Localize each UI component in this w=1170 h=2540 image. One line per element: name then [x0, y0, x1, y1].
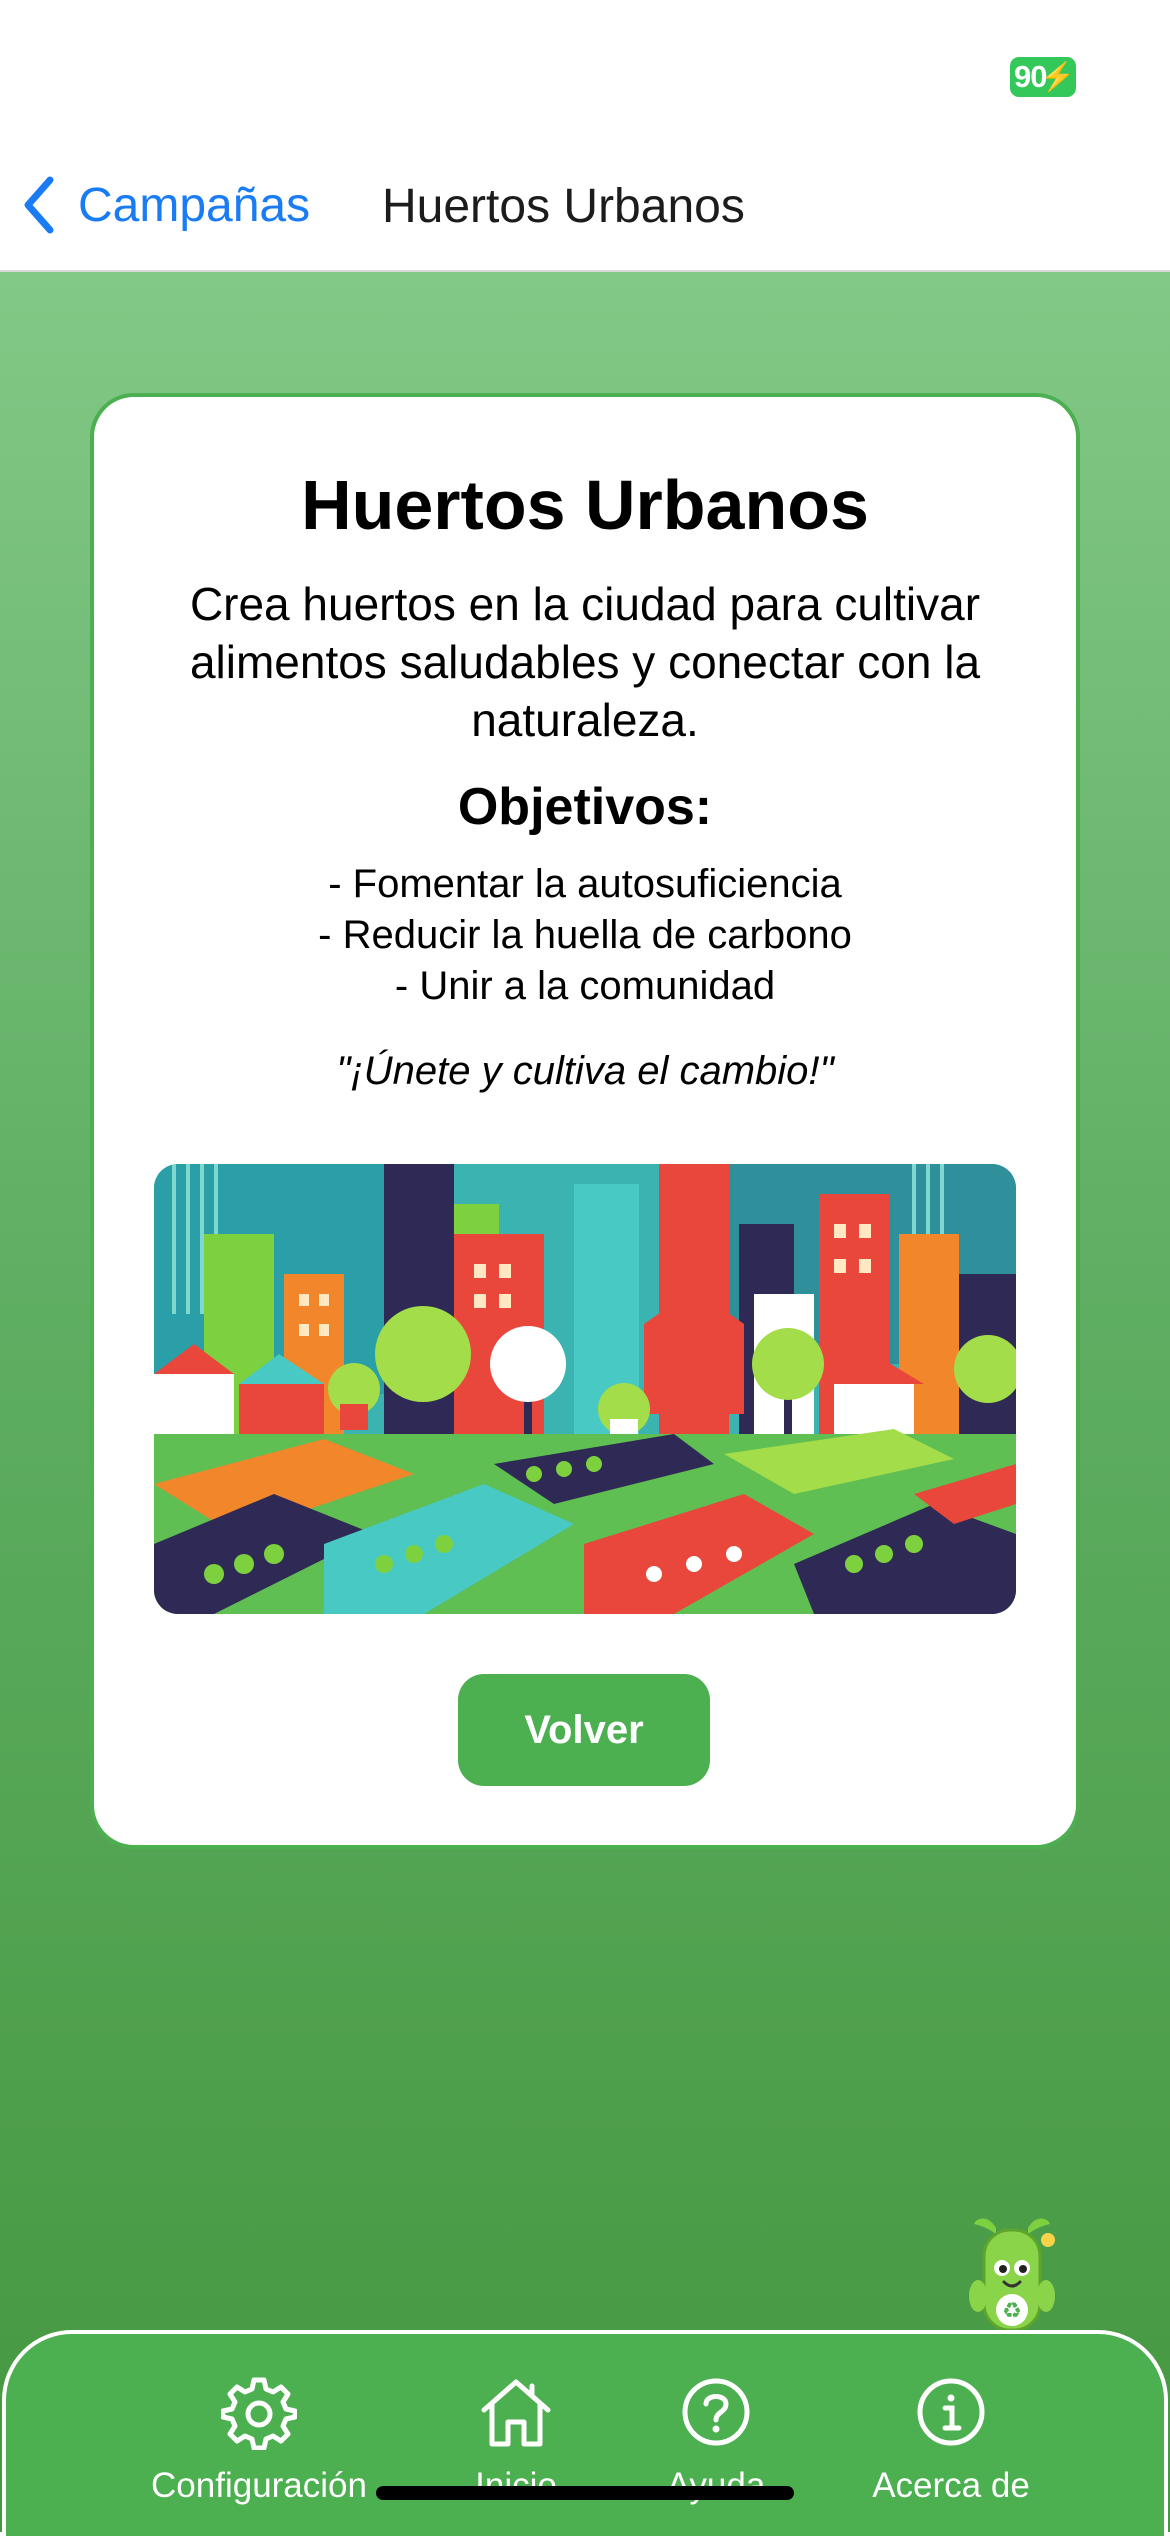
battery-indicator: 90 ⚡	[1010, 57, 1076, 97]
tab-bar: Configuración Inicio Ayuda	[2, 2330, 1168, 2540]
tab-label: Acerca de	[872, 2466, 1030, 2505]
tab-acerca-de[interactable]: Acerca de	[826, 2374, 1076, 2514]
tab-label: Configuración	[151, 2466, 367, 2505]
chevron-left-icon	[22, 176, 56, 234]
charging-bolt-icon: ⚡	[1040, 61, 1075, 92]
home-icon	[426, 2374, 606, 2450]
objective-item: - Reducir la huella de carbono	[318, 913, 852, 957]
status-bar: 90 ⚡	[0, 0, 1170, 150]
help-icon	[626, 2374, 806, 2450]
back-volver-button[interactable]: Volver	[458, 1674, 710, 1786]
urban-garden-illustration	[154, 1164, 1016, 1614]
svg-text:♻: ♻	[1002, 2299, 1022, 2324]
campaign-description: Crea huertos en la ciudad para cultivar …	[189, 578, 981, 746]
info-icon	[826, 2374, 1076, 2450]
campaign-quote: "¡Únete y cultiva el cambio!"	[336, 1049, 834, 1093]
navigation-bar: Campañas Huertos Urbanos	[0, 150, 1170, 272]
campaign-title: Huertos Urbanos	[301, 466, 869, 544]
objective-item: - Unir a la comunidad	[394, 964, 776, 1008]
home-indicator	[376, 2486, 794, 2500]
tab-configuracion[interactable]: Configuración	[124, 2374, 394, 2514]
campaign-card: Huertos Urbanos Crea huertos en la ciuda…	[90, 393, 1080, 1849]
objectives-list: - Fomentar la autosuficiencia - Reducir …	[94, 859, 1076, 1012]
nav-title: Huertos Urbanos	[382, 180, 745, 233]
back-button[interactable]: Campañas	[22, 175, 310, 235]
gear-icon	[124, 2374, 394, 2450]
objectives-heading: Objetivos:	[457, 778, 713, 836]
objective-item: - Fomentar la autosuficiencia	[328, 862, 842, 906]
back-button-label: Campañas	[78, 178, 311, 232]
